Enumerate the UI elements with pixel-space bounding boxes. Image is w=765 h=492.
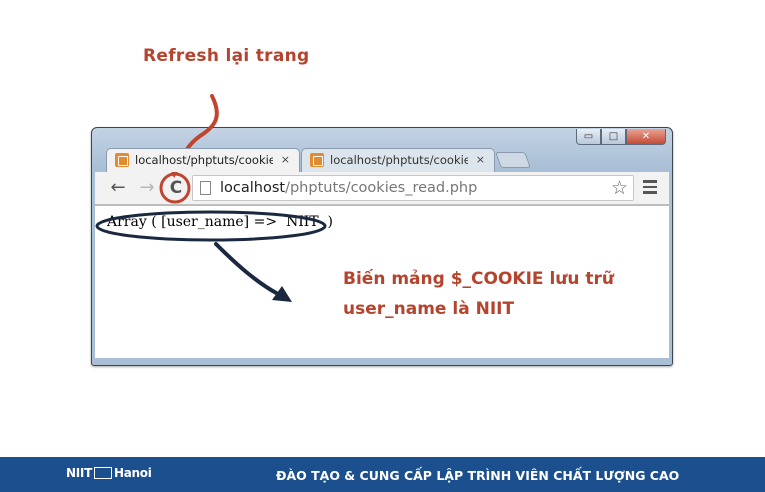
logo-left: NIIT [66,466,92,480]
browser-toolbar: ← → C localhost/phptuts/cookies_read.php… [95,172,669,205]
window-controls: ▭ □ ✕ [576,129,666,145]
url-host: localhost [220,180,286,196]
cookie-annotation: Biến mảng $_COOKIE lưu trữ user_name là … [343,269,615,319]
menu-icon[interactable] [643,180,657,194]
tab-cookies-active[interactable]: localhost/phptuts/cookie × [106,148,300,172]
favicon-icon [310,153,324,167]
address-bar[interactable]: localhost/phptuts/cookies_read.php ☆ [192,175,634,201]
favicon-icon [115,153,129,167]
back-arrow-icon[interactable]: ← [106,176,130,200]
footer-tagline: ĐÀO TẠO & CUNG CẤP LẬP TRÌNH VIÊN CHẤT L… [276,468,680,483]
php-output: Array ( [user_name] => NIIT ) [107,214,333,230]
logo-box-icon [93,467,112,479]
url-path: /phptuts/cookies_read.php [285,180,478,196]
logo-right: Hanoi [113,466,152,480]
minimize-button[interactable]: ▭ [576,129,601,145]
tab-title: localhost/phptuts/cookie [330,153,468,167]
forward-arrow-icon[interactable]: → [135,176,159,200]
page-icon [200,181,211,195]
tab-cookies-inactive[interactable]: localhost/phptuts/cookie × [301,148,495,172]
tab-close-icon[interactable]: × [281,149,290,171]
url-text: localhost/phptuts/cookies_read.php [220,176,477,200]
niit-logo: NIIT Hanoi [66,466,152,480]
star-icon[interactable]: ☆ [611,176,628,200]
close-window-button[interactable]: ✕ [626,129,666,145]
browser-window: ▭ □ ✕ localhost/phptuts/cookie × localho… [91,127,673,366]
reload-icon[interactable]: C [164,176,188,200]
tab-close-icon[interactable]: × [476,149,485,171]
new-tab-button[interactable] [495,152,531,168]
footer-bar: NIIT Hanoi ĐÀO TẠO & CUNG CẤP LẬP TRÌNH V… [0,457,765,492]
tab-title: localhost/phptuts/cookie [135,153,273,167]
maximize-button[interactable]: □ [601,129,626,145]
refresh-annotation: Refresh lại trang [143,46,310,66]
